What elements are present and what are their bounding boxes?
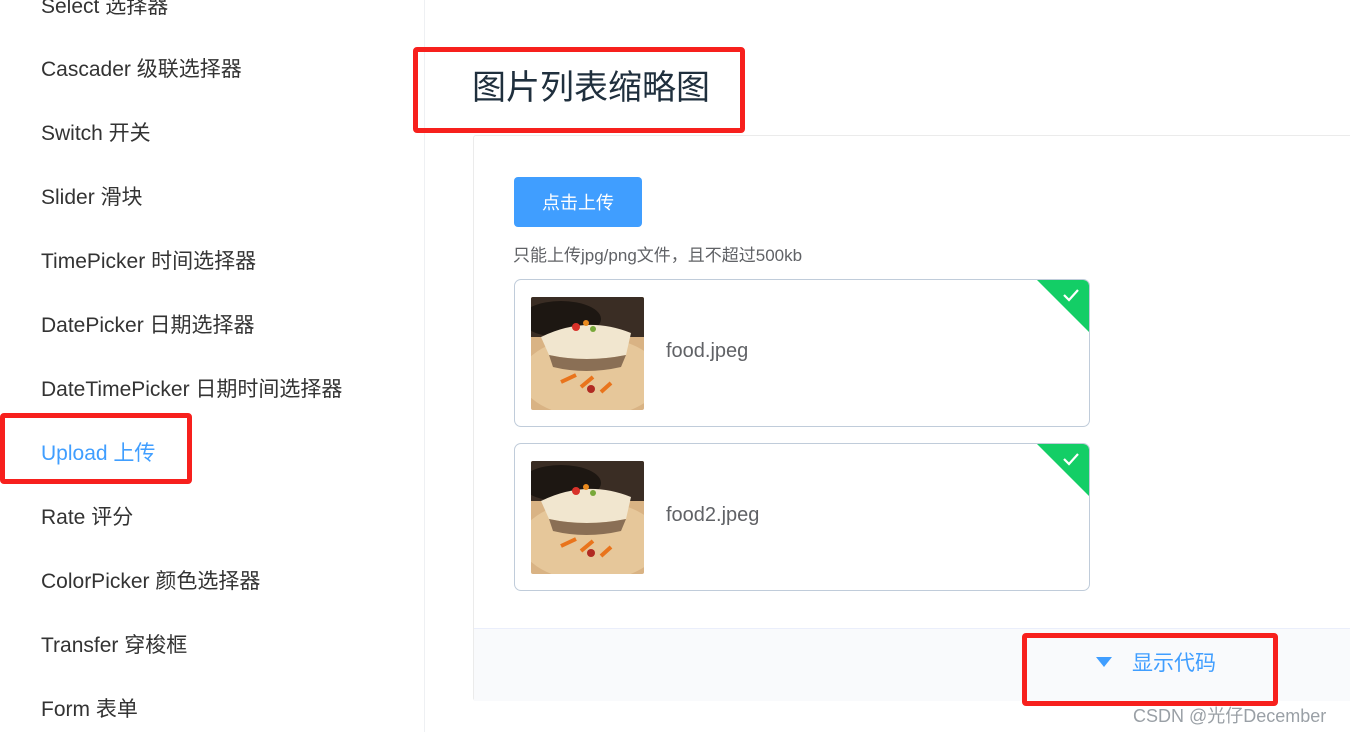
sidebar: Select 选择器 Cascader 级联选择器 Switch 开关 Slid… bbox=[0, 0, 425, 732]
sidebar-item-select[interactable]: Select 选择器 bbox=[41, 0, 168, 20]
show-code-label: 显示代码 bbox=[1132, 652, 1216, 675]
sidebar-item-transfer[interactable]: Transfer 穿梭框 bbox=[41, 629, 187, 659]
demo-card: 点击上传 只能上传jpg/png文件，且不超过500kb food.jpeg f… bbox=[473, 135, 1350, 701]
sidebar-item-upload[interactable]: Upload 上传 bbox=[41, 437, 155, 467]
sidebar-item-rate[interactable]: Rate 评分 bbox=[41, 501, 133, 531]
upload-button[interactable]: 点击上传 bbox=[514, 177, 642, 227]
sidebar-item-cascader[interactable]: Cascader 级联选择器 bbox=[41, 53, 242, 83]
file-name: food.jpeg bbox=[666, 340, 749, 362]
page: Select 选择器 Cascader 级联选择器 Switch 开关 Slid… bbox=[0, 0, 1350, 732]
file-name: food2.jpeg bbox=[666, 504, 760, 526]
watermark: CSDN @光仔December bbox=[1133, 706, 1327, 726]
food-thumbnail bbox=[531, 297, 644, 410]
demo-footer: 显示代码 bbox=[474, 628, 1350, 701]
sidebar-item-form[interactable]: Form 表单 bbox=[41, 693, 138, 723]
caret-down-icon bbox=[1096, 657, 1112, 668]
upload-tip: 只能上传jpg/png文件，且不超过500kb bbox=[513, 246, 803, 265]
success-badge bbox=[1037, 280, 1089, 332]
success-badge bbox=[1037, 444, 1089, 496]
food-thumbnail bbox=[531, 461, 644, 574]
upload-list-item[interactable]: food2.jpeg bbox=[514, 443, 1090, 591]
sidebar-item-slider[interactable]: Slider 滑块 bbox=[41, 181, 143, 211]
sidebar-item-datepicker[interactable]: DatePicker 日期选择器 bbox=[41, 309, 255, 339]
sidebar-item-timepicker[interactable]: TimePicker 时间选择器 bbox=[41, 245, 256, 275]
upload-list-item[interactable]: food.jpeg bbox=[514, 279, 1090, 427]
sidebar-item-colorpicker[interactable]: ColorPicker 颜色选择器 bbox=[41, 565, 260, 595]
show-code-toggle[interactable]: 显示代码 bbox=[1096, 647, 1216, 677]
sidebar-item-switch[interactable]: Switch 开关 bbox=[41, 117, 151, 147]
sidebar-item-datetimepicker[interactable]: DateTimePicker 日期时间选择器 bbox=[41, 373, 342, 403]
page-title: 图片列表缩略图 bbox=[472, 69, 710, 107]
